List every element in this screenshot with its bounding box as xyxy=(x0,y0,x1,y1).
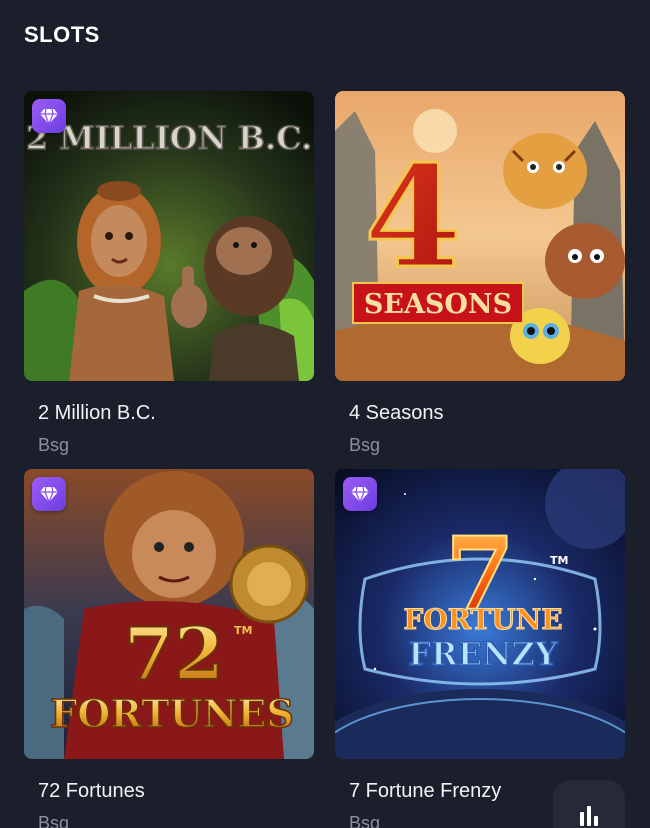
slots-page: SLOTS 2 MILLION B.C. 2 Million B.C. Bsg … xyxy=(0,0,650,828)
game-thumbnail[interactable]: 7 TM FORTUNE FRENZY xyxy=(335,469,625,759)
game-name: 72 Fortunes xyxy=(38,780,145,802)
diamond-icon xyxy=(343,477,377,511)
art-title-text: 2 MILLION B.C. xyxy=(26,119,312,157)
bar-chart-icon xyxy=(580,806,598,826)
game-thumbnail[interactable]: 2 MILLION B.C. xyxy=(24,91,314,381)
game-name: 4 Seasons xyxy=(349,402,444,424)
game-provider: Bsg xyxy=(38,435,70,455)
art-number-text: 72 xyxy=(124,611,224,696)
game-artwork-4-seasons: 4 SEASONS xyxy=(335,91,625,381)
art-title-text-2: FRENZY xyxy=(408,635,558,673)
game-name: 2 Million B.C. xyxy=(38,402,156,424)
art-tm-text: TM xyxy=(550,554,568,567)
games-grid: 2 MILLION B.C. 2 Million B.C. Bsg 4 SEAS… xyxy=(24,91,626,828)
art-title-text: FORTUNES xyxy=(50,691,294,736)
game-artwork-2-million-bc: 2 MILLION B.C. xyxy=(24,91,314,381)
game-provider: Bsg xyxy=(349,435,381,455)
game-artwork-72-fortunes: 72 TM FORTUNES xyxy=(24,469,314,759)
stats-floating-button[interactable] xyxy=(553,780,625,828)
game-thumbnail[interactable]: 72 TM FORTUNES xyxy=(24,469,314,759)
diamond-icon xyxy=(32,99,66,133)
game-card-7-fortune-frenzy[interactable]: 7 TM FORTUNE FRENZY 7 Fortune Frenzy Bsg xyxy=(335,469,625,828)
diamond-icon xyxy=(32,477,66,511)
art-title-text: SEASONS xyxy=(364,289,512,320)
game-card-4-seasons[interactable]: 4 SEASONS 4 Seasons Bsg xyxy=(335,91,625,456)
art-tm-text: TM xyxy=(234,624,252,637)
game-provider: Bsg xyxy=(38,813,70,828)
game-card-72-fortunes[interactable]: 72 TM FORTUNES 72 Fortunes Bsg xyxy=(24,469,314,828)
art-number-text: 4 xyxy=(364,136,461,300)
game-card-2-million-bc[interactable]: 2 MILLION B.C. 2 Million B.C. Bsg xyxy=(24,91,314,456)
section-title: SLOTS xyxy=(24,22,100,47)
game-artwork-7-fortune-frenzy: 7 TM FORTUNE FRENZY xyxy=(335,469,625,759)
art-title-text-1: FORTUNE xyxy=(403,603,562,636)
game-thumbnail[interactable]: 4 SEASONS xyxy=(335,91,625,381)
